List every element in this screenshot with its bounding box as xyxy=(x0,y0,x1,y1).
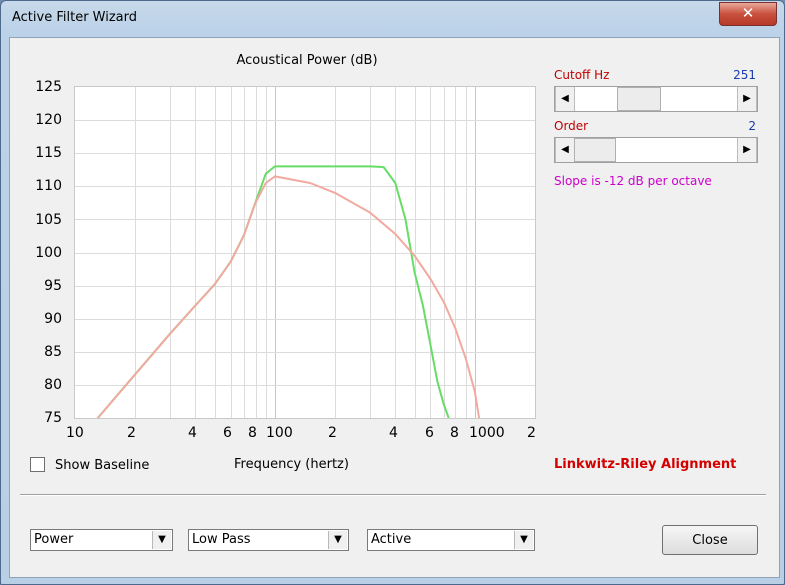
slope-text: Slope is -12 dB per octave xyxy=(554,174,712,188)
y-tick-label: 85 xyxy=(44,344,62,360)
x-tick-label: 1000 xyxy=(469,425,505,441)
cutoff-slider-thumb[interactable] xyxy=(617,87,662,111)
filter-type-value: Low Pass xyxy=(192,532,251,547)
x-tick-label: 6 xyxy=(223,425,232,441)
show-baseline-checkbox[interactable] xyxy=(30,457,45,472)
chevron-down-icon[interactable]: ▼ xyxy=(514,531,533,549)
filter-mode-value: Active xyxy=(371,532,412,547)
show-baseline-label[interactable]: Show Baseline xyxy=(55,458,149,473)
plot-svg xyxy=(75,87,535,419)
scroll-right-icon[interactable]: ▶ xyxy=(737,87,757,111)
x-tick-label: 4 xyxy=(188,425,197,441)
response-type-value: Power xyxy=(34,532,74,547)
window-close-button[interactable]: ✕ xyxy=(719,2,777,26)
cutoff-label: Cutoff Hz xyxy=(554,68,610,82)
response-type-select[interactable]: Power ▼ xyxy=(30,529,173,551)
close-button[interactable]: Close xyxy=(662,525,758,555)
x-axis-title: Frequency (hertz) xyxy=(234,457,349,472)
x-tick-label: 4 xyxy=(389,425,398,441)
y-tick-label: 115 xyxy=(35,145,62,161)
y-tick-label: 120 xyxy=(35,112,62,128)
y-tick-label: 105 xyxy=(35,212,62,228)
chevron-down-icon[interactable]: ▼ xyxy=(328,531,347,549)
cutoff-slider[interactable]: ◀ ▶ xyxy=(554,86,758,112)
x-tick-label: 8 xyxy=(450,425,459,441)
y-tick-label: 95 xyxy=(44,278,62,294)
order-value: 2 xyxy=(748,119,756,133)
chart-title: Acoustical Power (dB) xyxy=(236,53,378,68)
scroll-left-icon[interactable]: ◀ xyxy=(555,138,575,162)
scroll-right-icon[interactable]: ▶ xyxy=(737,138,757,162)
x-tick-label: 8 xyxy=(248,425,257,441)
y-tick-label: 90 xyxy=(44,311,62,327)
scroll-left-icon[interactable]: ◀ xyxy=(555,87,575,111)
y-tick-label: 75 xyxy=(44,410,62,426)
x-tick-label: 6 xyxy=(425,425,434,441)
x-tick-label: 2 xyxy=(527,425,536,441)
order-slider[interactable]: ◀ ▶ xyxy=(554,137,758,163)
frequency-response-plot xyxy=(74,86,536,419)
order-label: Order xyxy=(554,119,589,133)
series-line-green xyxy=(97,165,450,419)
y-tick-label: 100 xyxy=(35,245,62,261)
filter-mode-select[interactable]: Active ▼ xyxy=(367,529,535,551)
chevron-down-icon[interactable]: ▼ xyxy=(152,531,171,549)
x-tick-label: 2 xyxy=(328,425,337,441)
cutoff-value: 251 xyxy=(733,68,756,82)
series-line-red xyxy=(97,175,481,419)
window-title: Active Filter Wizard xyxy=(12,10,138,25)
filter-type-select[interactable]: Low Pass ▼ xyxy=(188,529,349,551)
separator xyxy=(20,494,766,496)
x-tick-label: 100 xyxy=(266,425,293,441)
y-tick-label: 125 xyxy=(35,79,62,95)
y-tick-label: 110 xyxy=(35,178,62,194)
order-slider-thumb[interactable] xyxy=(574,138,616,162)
alignment-label: Linkwitz-Riley Alignment xyxy=(554,457,737,472)
y-tick-label: 80 xyxy=(44,377,62,393)
x-tick-label: 10 xyxy=(66,425,84,441)
active-filter-wizard-window: Active Filter Wizard ✕ Acoustical Power … xyxy=(0,0,785,585)
title-bar[interactable]: Active Filter Wizard ✕ xyxy=(1,1,784,37)
dialog-client-area: Acoustical Power (dB) 125 120 115 110 10… xyxy=(9,37,780,578)
x-tick-label: 2 xyxy=(127,425,136,441)
